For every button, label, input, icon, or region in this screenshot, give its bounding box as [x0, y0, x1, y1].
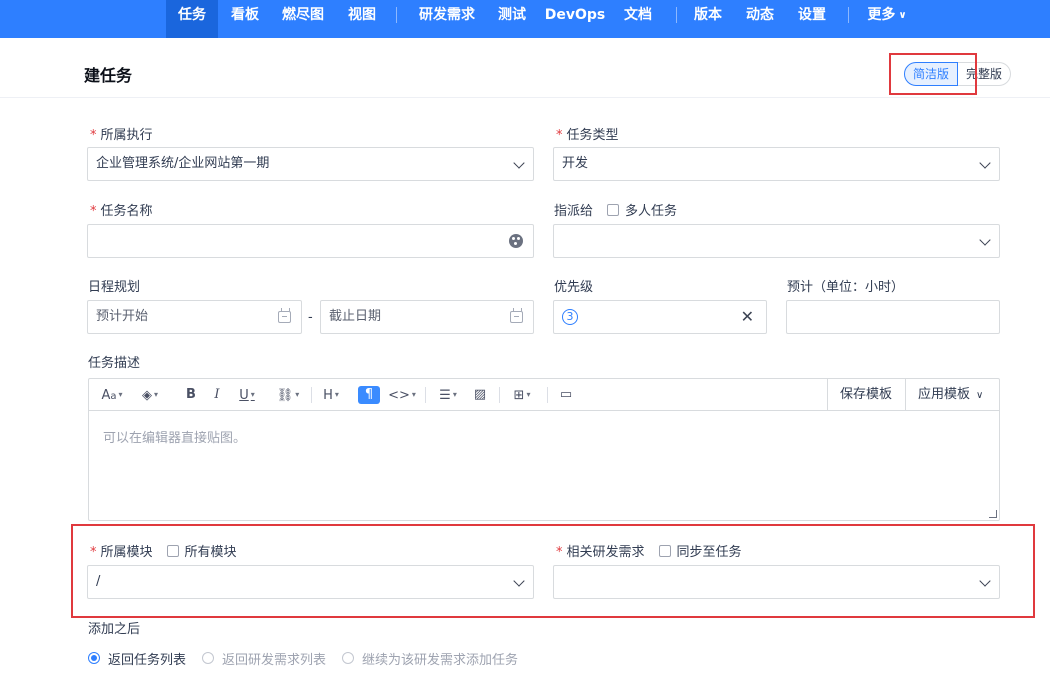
apply-template-label: 应用模板 — [918, 387, 971, 402]
nav-tab-kanban[interactable]: 看板 — [224, 0, 266, 38]
underline-icon[interactable]: U ▾ — [235, 386, 259, 404]
execution-value: 企业管理系统/企业网站第一期 — [96, 156, 270, 171]
required-mark: * — [90, 204, 97, 219]
toolbar-separator — [499, 387, 500, 403]
task-type-select[interactable]: 开发 — [553, 147, 1000, 181]
end-date-input[interactable]: 截止日期 — [320, 300, 534, 334]
toolbar-separator — [547, 387, 548, 403]
nav-tab-burndown[interactable]: 燃尽图 — [276, 0, 330, 38]
description-label: 任务描述 — [88, 356, 141, 371]
bold-icon[interactable]: B — [183, 386, 199, 404]
end-date-placeholder: 截止日期 — [329, 309, 382, 324]
nav-separator — [676, 7, 677, 23]
after-option-2-radio[interactable] — [342, 652, 355, 664]
save-template-button[interactable]: 保存模板 — [827, 379, 904, 410]
fullscreen-icon[interactable]: ▭ — [557, 386, 575, 404]
task-name-label: * 任务名称 — [90, 200, 153, 219]
resize-handle-icon[interactable] — [989, 510, 997, 518]
required-mark: * — [90, 128, 97, 143]
toolbar-separator — [311, 387, 312, 403]
priority-label: 优先级 — [554, 280, 594, 295]
task-name-label-text: 任务名称 — [100, 204, 153, 219]
highlight-box-view-switch — [889, 53, 977, 95]
multi-task-checkbox[interactable] — [607, 204, 620, 216]
nav-tab-dynamic[interactable]: 动态 — [740, 0, 780, 38]
assign-select[interactable] — [553, 224, 1000, 258]
chevron-down-icon: ∨ — [976, 390, 984, 401]
multi-task-label: 多人任务 — [625, 204, 678, 219]
nav-tab-view[interactable]: 视图 — [340, 0, 384, 38]
italic-icon[interactable]: I — [209, 386, 225, 404]
task-type-label: * 任务类型 — [556, 124, 619, 143]
execution-label-text: 所属执行 — [100, 128, 153, 143]
after-add-options: 返回任务列表 返回研发需求列表 继续为该研发需求添加任务 — [88, 648, 534, 668]
nav-tab-doc[interactable]: 文档 — [618, 0, 658, 38]
chevron-down-icon — [979, 157, 991, 169]
priority-badge: 3 — [562, 309, 578, 325]
after-option-1-label[interactable]: 返回研发需求列表 — [222, 649, 326, 668]
highlight-color-icon[interactable]: ◈ ▾ — [135, 386, 165, 404]
after-add-label: 添加之后 — [88, 622, 141, 637]
heading-icon[interactable]: H ▾ — [319, 386, 343, 404]
calendar-icon — [278, 308, 291, 323]
schedule-label: 日程规划 — [88, 280, 141, 295]
task-type-value: 开发 — [562, 156, 589, 171]
start-date-input[interactable]: 预计开始 — [87, 300, 302, 334]
nav-tab-story[interactable]: 研发需求 — [410, 0, 484, 38]
task-name-input[interactable] — [87, 224, 534, 258]
code-icon[interactable]: <> ▾ — [387, 386, 417, 404]
highlight-box-module-story — [71, 524, 1035, 618]
toolbar-separator — [425, 387, 426, 403]
clear-icon[interactable]: ✕ — [741, 307, 754, 327]
nav-tab-settings[interactable]: 设置 — [792, 0, 832, 38]
link-icon[interactable]: ⛓ ▾ — [273, 386, 303, 404]
chevron-down-icon — [513, 157, 525, 169]
nav-separator — [396, 7, 397, 23]
calendar-icon — [510, 308, 523, 323]
nav-tab-more[interactable]: 更多 ∨ — [860, 0, 914, 38]
palette-icon[interactable] — [509, 234, 523, 248]
chevron-down-icon — [979, 234, 991, 246]
estimate-label: 预计（单位：小时） — [787, 280, 905, 295]
assign-label: 指派给 多人任务 — [554, 200, 677, 219]
description-editor[interactable]: Aa ▾ ◈ ▾ B I U ▾ ⛓ ▾ H ▾ ¶ <> ▾ ☰ ▾ ▨ ⊞ ▾ ▭ 保存模板… — [88, 378, 1000, 521]
nav-more-label: 更多 — [867, 7, 896, 23]
list-icon[interactable]: ☰ ▾ — [433, 386, 463, 404]
nav-tab-devops[interactable]: DevOps — [544, 0, 606, 38]
apply-template-button[interactable]: 应用模板 ∨ — [905, 379, 999, 410]
date-range-dash: - — [308, 310, 313, 325]
paragraph-icon[interactable]: ¶ — [358, 386, 380, 404]
execution-label: * 所属执行 — [90, 124, 153, 143]
editor-placeholder: 可以在编辑器直接贴图。 — [103, 431, 247, 446]
image-icon[interactable]: ▨ — [471, 386, 489, 404]
execution-select[interactable]: 企业管理系统/企业网站第一期 — [87, 147, 534, 181]
chevron-down-icon: ∨ — [898, 10, 907, 21]
priority-select[interactable]: 3 ✕ — [553, 300, 767, 334]
after-option-0-radio[interactable] — [88, 652, 100, 664]
required-mark: * — [556, 128, 563, 143]
nav-tab-release[interactable]: 版本 — [688, 0, 728, 38]
task-type-label-text: 任务类型 — [566, 128, 619, 143]
editor-toolbar: Aa ▾ ◈ ▾ B I U ▾ ⛓ ▾ H ▾ ¶ <> ▾ ☰ ▾ ▨ ⊞ ▾ ▭ 保存模板… — [89, 379, 999, 411]
page-title: 建任务 — [84, 66, 133, 85]
after-option-1-radio[interactable] — [202, 652, 215, 664]
nav-separator — [848, 7, 849, 23]
after-option-2-label[interactable]: 继续为该研发需求添加任务 — [362, 649, 518, 668]
top-nav: 任务 看板 燃尽图 视图 研发需求 测试 DevOps 文档 版本 动态 设置 … — [0, 0, 1050, 38]
assign-label-text: 指派给 — [554, 204, 594, 219]
start-date-placeholder: 预计开始 — [96, 309, 149, 324]
nav-tab-test[interactable]: 测试 — [492, 0, 532, 38]
table-icon[interactable]: ⊞ ▾ — [507, 386, 537, 404]
nav-tab-task[interactable]: 任务 — [166, 0, 218, 38]
estimate-input[interactable] — [786, 300, 1000, 334]
font-size-icon[interactable]: Aa ▾ — [97, 386, 127, 404]
after-option-0-label[interactable]: 返回任务列表 — [108, 649, 186, 668]
